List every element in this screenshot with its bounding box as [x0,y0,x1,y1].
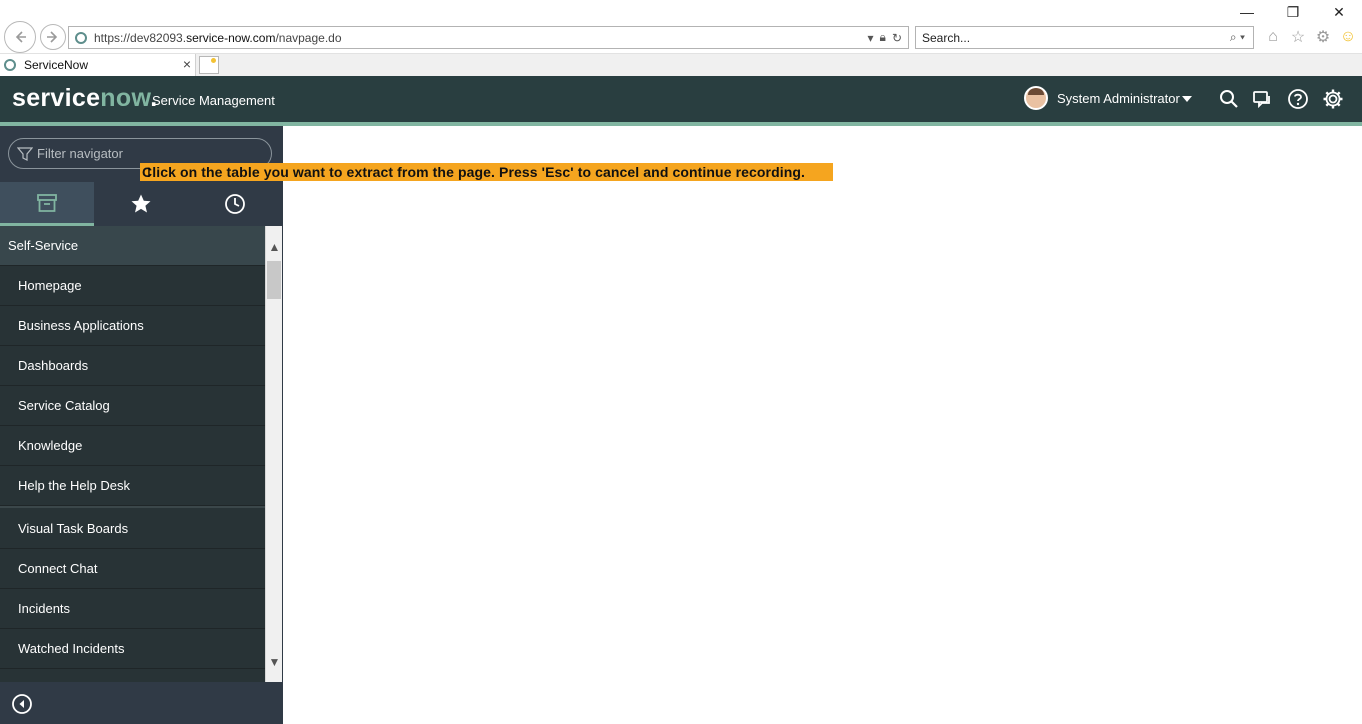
arrow-left-icon [15,31,26,43]
search-icon[interactable]: ⌕ ▾ [1230,30,1245,45]
arrow-right-icon [47,31,58,43]
tab-close-button[interactable]: × [183,56,191,72]
filter-funnel-icon [17,147,33,161]
app-header: servicenow. Service Management System Ad… [0,76,1362,126]
menu-item-help-the-help-desk[interactable]: Help the Help Desk [0,466,265,506]
refresh-icon[interactable]: ↻ [892,31,902,45]
browser-search-field[interactable]: Search... ⌕ ▾ [915,26,1254,49]
archive-box-icon [37,193,57,212]
browser-tab[interactable]: ServiceNow × [0,54,196,77]
help-icon[interactable] [1287,88,1309,110]
menu-item-incidents[interactable]: Incidents [0,589,265,629]
settings-gear-icon[interactable] [1322,88,1344,110]
new-tab-button[interactable] [199,56,219,74]
forward-button[interactable] [40,24,66,50]
application-navigator: Filter navigator Self-Service Homepage B… [0,126,283,724]
global-search-icon[interactable] [1218,88,1240,110]
window-controls: — ❐ ✕ [1224,0,1362,24]
minimize-button[interactable]: — [1224,0,1270,24]
back-button[interactable] [4,21,36,53]
recording-instruction-banner: Click on the table you want to extract f… [140,163,833,181]
collapse-navigator-button[interactable] [11,693,33,715]
home-icon[interactable]: ⌂ [1264,28,1282,46]
menu-item-connect-chat[interactable]: Connect Chat [0,549,265,589]
star-icon [131,194,151,213]
scroll-up-icon[interactable]: ▲ [266,238,283,255]
navigator-scrollbar[interactable]: ▲ ▼ [265,226,282,682]
user-menu-name[interactable]: System Administrator [1057,91,1180,106]
connect-chat-icon[interactable] [1252,88,1274,110]
menu-item-homepage[interactable]: Homepage [0,266,265,306]
menu-item-visual-task-boards[interactable]: Visual Task Boards [0,506,265,549]
browser-chrome: — ❐ ✕ https://dev82093.service-now.com/n… [0,0,1362,77]
clock-icon [225,194,245,214]
scroll-down-icon[interactable]: ▼ [266,653,283,670]
user-avatar[interactable] [1024,86,1048,110]
close-window-button[interactable]: ✕ [1316,0,1362,24]
address-controls: ▾ 🔒︎ ↻ [868,30,902,45]
caret-down-icon[interactable] [1182,96,1192,102]
scrollbar-thumb[interactable] [267,261,281,299]
tab-all-applications[interactable] [0,182,94,226]
menu-section-self-service[interactable]: Self-Service [0,226,265,266]
dropdown-arrow-icon[interactable]: ▾ [868,31,874,45]
tab-favicon-icon [4,59,16,71]
navigator-tabs [0,182,283,226]
menu-item-watched-incidents[interactable]: Watched Incidents [0,629,265,669]
tab-history[interactable] [188,182,282,226]
menu-item-knowledge[interactable]: Knowledge [0,426,265,466]
settings-gear-icon[interactable]: ⚙ [1314,28,1332,46]
tab-title: ServiceNow [24,58,89,72]
collapse-arrow-icon [12,694,32,714]
app-title: Service Management [152,93,275,108]
navigator-menu-list: Self-Service Homepage Business Applicati… [0,226,265,682]
main-content-frame[interactable] [283,126,1362,724]
menu-item-service-catalog[interactable]: Service Catalog [0,386,265,426]
lock-icon[interactable]: 🔒︎ [880,30,886,45]
site-favicon-icon [75,32,87,44]
browser-toolbar: ⌂ ☆ ⚙ ☺ [1264,28,1357,46]
address-bar[interactable]: https://dev82093.service-now.com/navpage… [68,26,909,49]
url-text: https://dev82093.service-now.com/navpage… [94,31,342,45]
restore-button[interactable]: ❐ [1270,0,1316,24]
tab-strip: ServiceNow × [0,53,1362,77]
search-placeholder: Search... [922,31,971,45]
text-cursor-icon: I [147,164,151,180]
menu-item-dashboards[interactable]: Dashboards [0,346,265,386]
smiley-feedback-icon[interactable]: ☺ [1339,28,1357,46]
favorites-star-icon[interactable]: ☆ [1289,28,1307,46]
servicenow-logo[interactable]: servicenow. [12,84,158,113]
filter-placeholder: Filter navigator [37,146,123,161]
menu-item-business-applications[interactable]: Business Applications [0,306,265,346]
tab-favorites[interactable] [94,182,188,226]
